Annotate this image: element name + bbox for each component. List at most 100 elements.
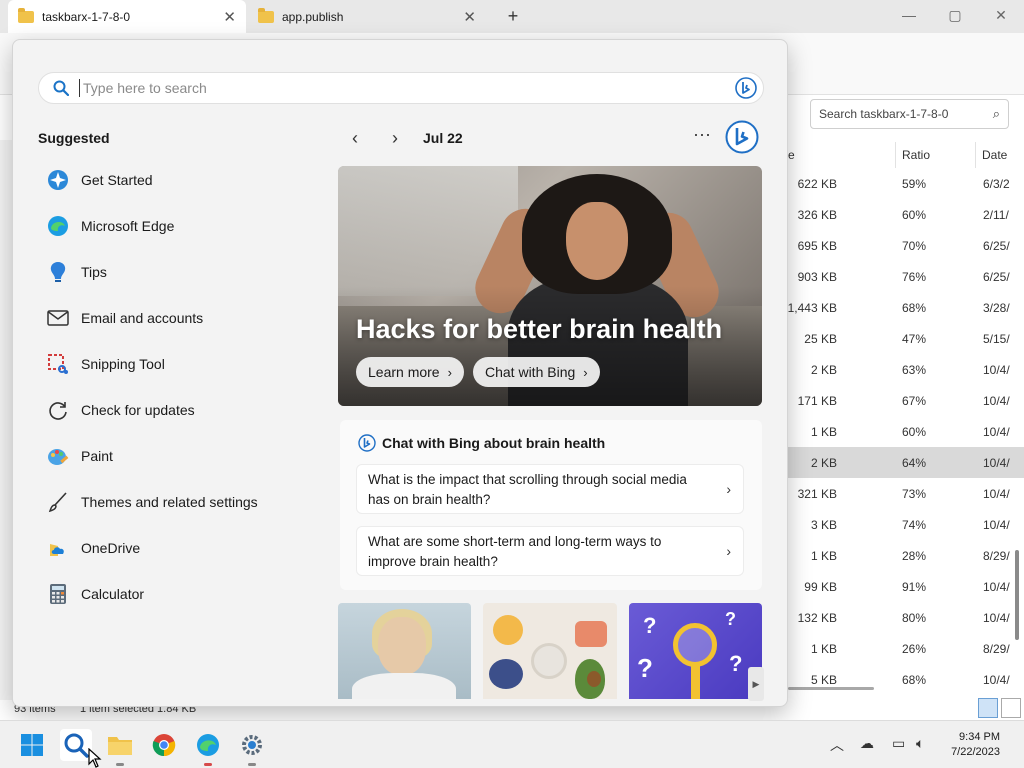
minimize-button[interactable]: — [886, 0, 932, 33]
clock[interactable]: 9:34 PM 7/22/2023 [951, 730, 1000, 760]
details-view-button[interactable] [978, 698, 998, 718]
search-input[interactable] [81, 79, 735, 97]
hero-card[interactable]: Hacks for better brain health Learn more… [338, 166, 762, 406]
cell-ratio: 80% [902, 611, 927, 625]
previous-day-button[interactable]: ‹ [343, 128, 367, 149]
app-label: Email and accounts [81, 310, 204, 326]
search-box[interactable] [38, 72, 764, 104]
edge-icon [197, 734, 219, 756]
table-row[interactable]: 695 KB 70% 6/25/ [788, 230, 1024, 261]
start-button[interactable] [16, 729, 48, 761]
onedrive-offline-icon[interactable]: ☁ [860, 735, 874, 752]
table-row[interactable]: 622 KB 59% 6/3/2 [788, 168, 1024, 199]
bing-icon[interactable] [735, 77, 757, 99]
search-icon: ⌕ [992, 106, 1000, 121]
taskbar-edge[interactable] [192, 729, 224, 766]
table-row[interactable]: 25 KB 47% 5/15/ [788, 323, 1024, 354]
app-tips[interactable]: Tips [45, 249, 315, 295]
cell-date: 6/25/ [983, 270, 1010, 284]
cell-date: 10/4/ [983, 673, 1010, 687]
tab-taskbarx[interactable]: taskbarx-1-7-8-0 ✕ [8, 0, 246, 33]
table-row[interactable]: 1,443 KB 68% 3/28/ [788, 292, 1024, 323]
table-row[interactable]: 903 KB 76% 6/25/ [788, 261, 1024, 292]
cell-ratio: 91% [902, 580, 927, 594]
horizontal-scrollbar[interactable] [788, 687, 874, 690]
tiles-view-button[interactable] [1001, 698, 1021, 718]
news-thumbnail-food[interactable] [483, 603, 617, 699]
close-button[interactable]: ✕ [978, 0, 1024, 33]
bing-chat-icon[interactable] [725, 120, 759, 154]
column-header-size[interactable]: e [788, 142, 795, 168]
column-separator[interactable] [895, 142, 896, 168]
app-microsoft-edge[interactable]: Microsoft Edge [45, 203, 315, 249]
table-row[interactable]: 321 KB 73% 10/4/ [788, 478, 1024, 509]
volume-icon[interactable]: 🔈︎ [916, 735, 924, 752]
app-onedrive[interactable]: OneDrive [45, 525, 315, 571]
app-get-started[interactable]: Get Started [45, 157, 315, 203]
chat-with-bing-button[interactable]: Chat with Bing › [473, 357, 600, 387]
cell-ratio: 76% [902, 270, 927, 284]
learn-more-button[interactable]: Learn more › [356, 357, 464, 387]
new-tab-button[interactable]: + [502, 4, 524, 28]
app-paint[interactable]: Paint [45, 433, 315, 479]
maximize-button[interactable]: ▢ [932, 0, 978, 33]
taskbar: ︿ ☁ ▭ 🔈︎ 9:34 PM 7/22/2023 [0, 720, 1024, 768]
table-row[interactable]: 2 KB 63% 10/4/ [788, 354, 1024, 385]
table-row[interactable]: 2 KB 64% 10/4/ [788, 447, 1024, 478]
news-thumbnail-headache[interactable] [338, 603, 471, 699]
app-calculator[interactable]: Calculator [45, 571, 315, 617]
app-label: Paint [81, 448, 113, 464]
cell-size: 5 KB [810, 673, 837, 687]
magnifier-handle [691, 665, 700, 699]
thumb-image-shoulders [352, 673, 456, 699]
explorer-search-box[interactable]: Search taskbarx-1-7-8-0 ⌕ [810, 99, 1009, 129]
tab-close-icon[interactable]: ✕ [463, 8, 476, 26]
column-header-date[interactable]: Date [982, 142, 1007, 168]
table-row[interactable]: 1 KB 26% 8/29/ [788, 633, 1024, 664]
next-day-button[interactable]: › [383, 128, 407, 149]
clock-date: 7/22/2023 [951, 746, 1000, 758]
suggested-app-list: Get Started Microsoft Edge Tips Email an… [45, 157, 315, 617]
news-thumbnail-questions[interactable]: ? ? ? ? [629, 603, 762, 699]
vertical-scrollbar[interactable] [1015, 550, 1019, 640]
app-check-updates[interactable]: Check for updates [45, 387, 315, 433]
table-row[interactable]: 3 KB 74% 10/4/ [788, 509, 1024, 540]
app-label: OneDrive [81, 540, 141, 556]
question-mark-icon: ? [725, 609, 736, 629]
taskbar-chrome[interactable] [148, 729, 180, 761]
chevron-right-icon: › [583, 364, 588, 380]
folder-icon [258, 7, 274, 23]
table-row[interactable]: 99 KB 91% 10/4/ [788, 571, 1024, 602]
cell-size: 1 KB [810, 642, 837, 656]
date-navigation: ‹ › Jul 22 ··· [343, 124, 767, 154]
cell-size: 1,443 KB [787, 301, 837, 315]
table-row[interactable]: 326 KB 60% 2/11/ [788, 199, 1024, 230]
table-row[interactable]: 5 KB 68% 10/4/ [788, 664, 1024, 695]
network-icon[interactable]: ▭ [892, 735, 905, 752]
more-options-button[interactable]: ··· [693, 124, 711, 145]
column-separator[interactable] [975, 142, 976, 168]
cell-date: 10/4/ [983, 425, 1010, 439]
tab-app-publish[interactable]: app.publish ✕ [248, 0, 486, 33]
chat-question[interactable]: What is the impact that scrolling throug… [356, 464, 744, 514]
table-row[interactable]: 1 KB 60% 10/4/ [788, 416, 1024, 447]
show-hidden-icons-button[interactable]: ︿ [830, 735, 844, 755]
cell-size: 1 KB [810, 549, 837, 563]
column-header-ratio[interactable]: Ratio [902, 142, 930, 168]
chat-question[interactable]: What are some short-term and long-term w… [356, 526, 744, 576]
cell-date: 10/4/ [983, 580, 1010, 594]
cell-date: 10/4/ [983, 394, 1010, 408]
search-icon [64, 733, 89, 758]
taskbar-settings[interactable] [236, 729, 268, 766]
app-themes-settings[interactable]: Themes and related settings [45, 479, 315, 525]
chevron-right-icon: › [726, 481, 731, 497]
scroll-right-button[interactable]: ▶ [748, 667, 764, 701]
table-row[interactable]: 171 KB 67% 10/4/ [788, 385, 1024, 416]
app-snipping-tool[interactable]: Snipping Tool [45, 341, 315, 387]
app-label: Calculator [81, 586, 145, 602]
table-row[interactable]: 132 KB 80% 10/4/ [788, 602, 1024, 633]
taskbar-file-explorer[interactable] [104, 729, 136, 766]
table-row[interactable]: 1 KB 28% 8/29/ [788, 540, 1024, 571]
tab-close-icon[interactable]: ✕ [223, 8, 236, 26]
app-email-accounts[interactable]: Email and accounts [45, 295, 315, 341]
